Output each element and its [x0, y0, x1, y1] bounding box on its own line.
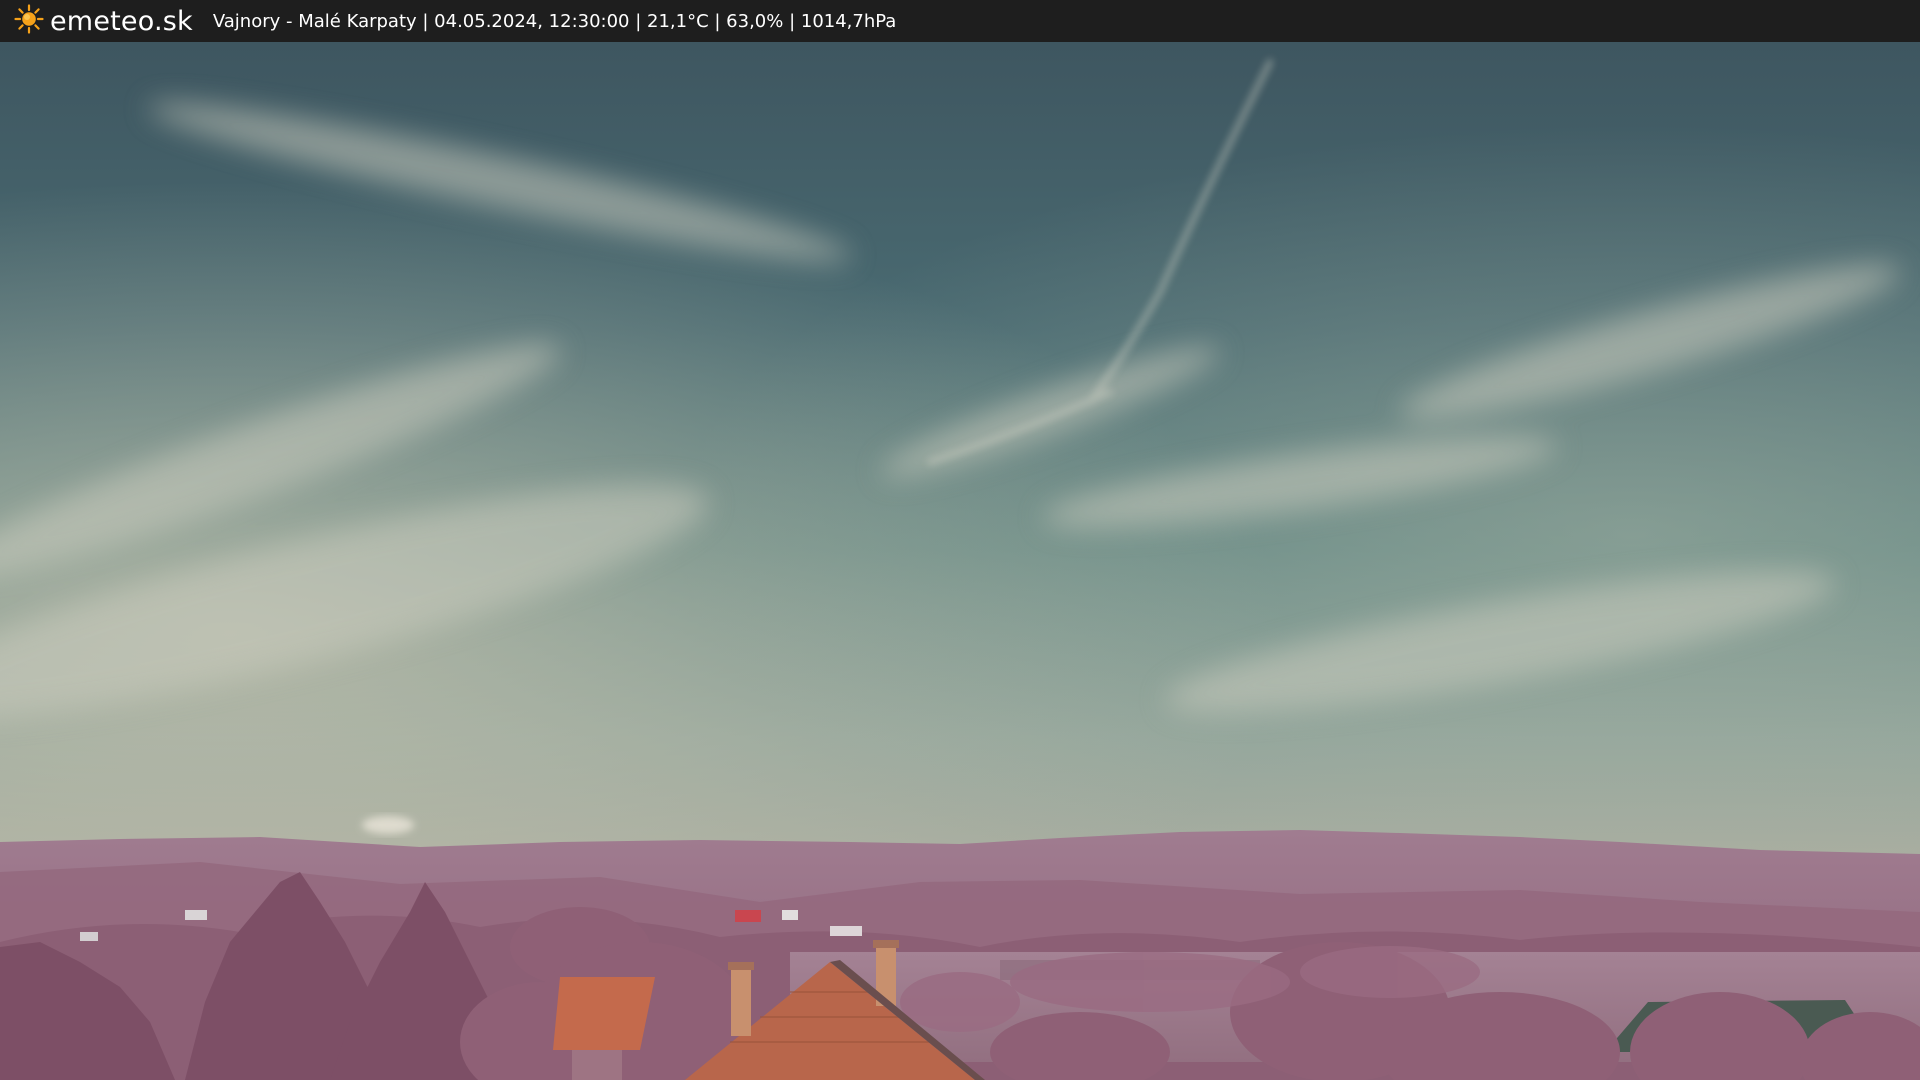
logo-text: emeteo.sk [50, 5, 193, 37]
webcam-caption: Vajnory - Malé Karpaty | 04.05.2024, 12:… [212, 10, 897, 32]
logo[interactable]: emeteo.sk [14, 3, 193, 39]
sun-icon [14, 3, 44, 39]
webcam-frame: emeteo.sk Vajnory - Malé Karpaty | 04.05… [0, 0, 1920, 1080]
webcam-image [0, 42, 1920, 1080]
top-bar: emeteo.sk Vajnory - Malé Karpaty | 04.05… [0, 0, 1920, 42]
